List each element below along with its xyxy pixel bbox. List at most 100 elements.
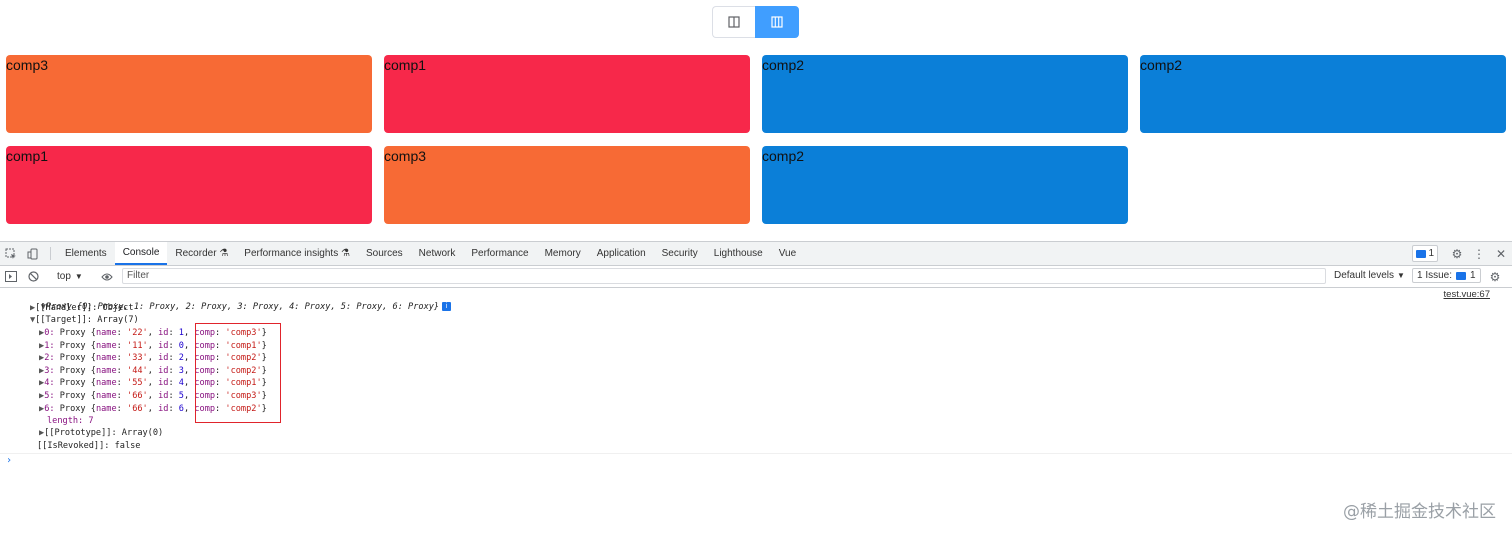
tab-elements[interactable]: Elements	[57, 242, 115, 265]
token: ,	[147, 403, 159, 414]
watermark: @稀土掘金技术社区	[1343, 502, 1496, 522]
close-icon[interactable]: ✕	[1490, 247, 1512, 261]
token: name	[95, 353, 117, 364]
token: ,	[147, 391, 159, 401]
token: ,	[183, 365, 195, 376]
token: :	[168, 378, 179, 389]
tab-recorder[interactable]: Recorder ⚗	[167, 242, 236, 265]
single-column-button[interactable]	[712, 6, 755, 38]
tab-memory[interactable]: Memory	[537, 242, 589, 265]
device-toolbar-icon[interactable]	[22, 242, 44, 265]
token: '33'	[127, 353, 148, 364]
tab-lighthouse[interactable]: Lighthouse	[706, 242, 771, 265]
tab-application[interactable]: Application	[589, 242, 654, 265]
token: :	[116, 353, 128, 364]
source-link[interactable]: test.vue:67	[1444, 289, 1490, 300]
token: Proxy {	[54, 328, 96, 338]
token: id	[158, 365, 169, 376]
token: Proxy {	[54, 378, 96, 389]
token: name	[95, 403, 117, 414]
card-label: comp2	[762, 57, 805, 73]
token: Proxy {	[54, 340, 96, 351]
token: ,	[147, 378, 159, 389]
tab-performance-insights[interactable]: Performance insights ⚗	[236, 242, 358, 265]
layout-toggle	[712, 6, 799, 38]
card-label: comp1	[384, 57, 427, 73]
console-prompt-divider	[0, 453, 1512, 454]
tree-node-target[interactable]: ▼[[Target]]: Array(7)	[30, 314, 139, 326]
info-icon: i	[442, 302, 452, 311]
single-column-layout-icon	[728, 16, 740, 28]
token: ,	[183, 340, 195, 351]
tab-vue[interactable]: Vue	[771, 242, 804, 265]
console-settings-gear-icon[interactable]: ⚙	[1484, 270, 1506, 284]
token: Proxy {	[54, 353, 96, 364]
token: :	[116, 403, 128, 414]
flask-icon: ⚗	[219, 248, 229, 259]
console-prompt[interactable]: ›	[6, 455, 12, 466]
flask-icon: ⚗	[341, 248, 350, 259]
console-filter-input[interactable]: Filter	[122, 268, 1326, 284]
context-label: top	[57, 271, 71, 282]
token: :	[168, 353, 179, 364]
token: '55'	[127, 378, 148, 389]
token: ,	[147, 340, 159, 351]
dropdown-arrow-icon: ▼	[1397, 271, 1405, 280]
dropdown-arrow-icon: ▼	[74, 272, 83, 281]
tree-node-prototype[interactable]: ▶[[Prototype]]: Array(0)	[39, 427, 163, 439]
token: ,	[183, 403, 195, 414]
token: name	[95, 391, 117, 401]
issues-count: 1	[1470, 270, 1476, 281]
token: id	[158, 353, 169, 364]
comp-values-highlight-box	[195, 323, 281, 423]
token: ,	[147, 365, 159, 376]
divider	[50, 247, 51, 260]
tab-sources[interactable]: Sources	[358, 242, 411, 265]
inspect-element-icon[interactable]	[0, 242, 22, 265]
token: '11'	[127, 340, 148, 351]
multi-column-button[interactable]	[755, 6, 799, 38]
token: '66'	[127, 391, 148, 401]
tab-performance[interactable]: Performance	[463, 242, 536, 265]
tabbar-right-actions: 1 ⚙ ⋮ ✕	[1412, 242, 1512, 265]
token: ,	[183, 378, 195, 389]
revoked-text: [[IsRevoked]]: false	[37, 441, 141, 451]
token: Proxy {	[54, 391, 96, 401]
tab-label: Performance insights	[244, 248, 339, 259]
prototype-line: [[Prototype]]: Array(0)	[44, 428, 164, 438]
card-label: comp2	[762, 148, 805, 164]
tab-security[interactable]: Security	[654, 242, 706, 265]
settings-gear-icon[interactable]: ⚙	[1446, 247, 1468, 261]
comp-card: comp1	[384, 55, 750, 133]
comp-card: comp2	[1140, 55, 1506, 133]
levels-label: Default levels	[1334, 270, 1395, 281]
token: 2:	[44, 353, 55, 364]
devtools-tabbar: Elements Console Recorder ⚗ Performance …	[0, 241, 1512, 266]
token: 6:	[44, 403, 55, 414]
context-selector[interactable]: top ▼	[51, 271, 89, 282]
token: :	[168, 328, 179, 338]
token: ,	[147, 328, 159, 338]
issues-button[interactable]: 1 Issue: 1	[1412, 268, 1481, 283]
tab-network[interactable]: Network	[411, 242, 464, 265]
token: 0:	[44, 328, 55, 338]
comp-card: comp1	[6, 146, 372, 224]
card-label: comp3	[6, 57, 49, 73]
messages-badge[interactable]: 1	[1412, 245, 1438, 262]
token: id	[158, 328, 169, 338]
live-expression-eye-icon[interactable]	[96, 272, 118, 282]
log-levels-dropdown[interactable]: Default levels ▼	[1334, 270, 1405, 281]
token: ,	[147, 353, 159, 364]
sidebar-toggle-icon[interactable]	[0, 271, 22, 282]
token: id	[158, 340, 169, 351]
more-options-icon[interactable]: ⋮	[1468, 247, 1490, 261]
console-log-entry[interactable]: ▼Proxy {0: Proxy, 1: Proxy, 2: Proxy, 3:…	[20, 289, 452, 312]
token: :	[116, 391, 128, 401]
token: id	[158, 403, 169, 414]
tab-console[interactable]: Console	[114, 242, 168, 265]
message-count: 1	[1428, 248, 1434, 259]
clear-console-icon[interactable]	[22, 271, 44, 282]
token: 5:	[44, 391, 55, 401]
token: '66'	[127, 403, 148, 414]
tree-node-handler[interactable]: ▶[[Handler]]: Object	[30, 302, 134, 314]
